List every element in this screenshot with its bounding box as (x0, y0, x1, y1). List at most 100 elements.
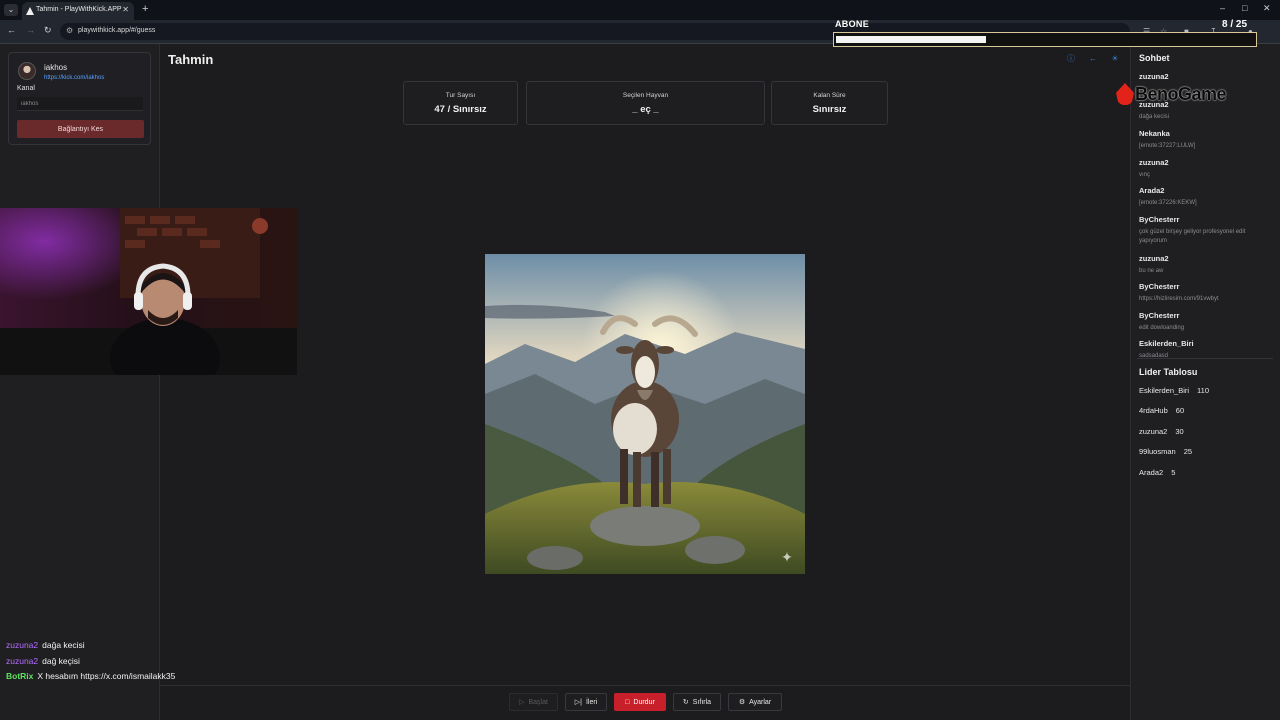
stop-icon: □ (625, 698, 630, 706)
webcam-feed (0, 208, 297, 375)
chat-text[interactable]: https://hizliresim.com/91vwbyt (1139, 295, 1275, 304)
back-icon[interactable]: ← (7, 25, 16, 35)
page-title: Tahmin (168, 52, 214, 67)
stop-label: Durdur (633, 698, 655, 706)
leaderboard-score: 110 (1197, 386, 1209, 395)
logo-text: BenoGame (1135, 84, 1227, 104)
stop-button[interactable]: □ Durdur (614, 693, 666, 711)
overlay-chat-text: X hesabım https://x.com/ismailakk35 (37, 671, 176, 681)
overlay-chat-line: zuzuna2 dağa kecisi (6, 640, 306, 656)
leaderboard-score: 25 (1183, 447, 1193, 456)
tab-title: Tahmin - PlayWithKick.APP (36, 6, 122, 13)
settings-button[interactable]: ⚙ Ayarlar (728, 693, 782, 711)
chat-title: Sohbet (1139, 53, 1170, 63)
sparkle-icon: ✦ (781, 550, 793, 566)
chat-user: zuzuna2 (1139, 254, 1169, 263)
next-button[interactable]: ▷| İleri (565, 693, 607, 711)
chat-user: ByChesterr (1139, 311, 1180, 320)
chat-text: edit dowloanding (1139, 325, 1185, 331)
animal-image: ✦ (485, 254, 805, 574)
chat-message: zuzuna2 vınç (1139, 158, 1275, 180)
channel-input[interactable] (17, 97, 143, 111)
streamer-logo: BenoGame (1116, 83, 1241, 107)
overlay-chat-line: zuzuna2 dağ keçisi (6, 656, 306, 672)
overlay-chat-text: dağa kecisi (42, 640, 85, 650)
chat-message: ByChesterr https://hizliresim.com/91vwby… (1139, 282, 1275, 304)
stat-value: Sınırsız (812, 104, 847, 115)
leaderboard-title: Lider Tablosu (1139, 367, 1198, 377)
chat-text: [emote:37227:LULW] (1139, 143, 1196, 149)
stat-label: Seçilen Hayvan (622, 92, 669, 99)
close-window-icon[interactable]: ✕ (1263, 3, 1271, 14)
reset-label: Sıfırla (692, 698, 712, 706)
left-sidebar: iakhos https://kick.com/iakhos Kanal Bağ… (0, 44, 160, 720)
leaderboard-row: 4rdaHub 60 (1139, 406, 1184, 415)
chat-user: ByChesterr (1139, 215, 1180, 224)
play-icon: ▷ (519, 699, 525, 706)
leaderboard-name: zuzuna2 (1139, 427, 1168, 436)
subscribe-goal-fill (836, 36, 986, 43)
chat-text: sadsadasd (1139, 353, 1169, 359)
chat-user: zuzuna2 (1139, 158, 1169, 167)
divider (1137, 358, 1273, 359)
chat-user: ByChesterr (1139, 282, 1180, 291)
chat-message: zuzuna2 bu ne aw (1139, 254, 1275, 276)
subscribe-goal-count: 8 / 25 (1222, 19, 1248, 30)
minimize-icon[interactable]: – (1220, 3, 1225, 13)
restore-icon[interactable]: □ (1242, 3, 1247, 13)
leaderboard-name: Eskilerden_Biri (1139, 386, 1190, 395)
chat-text: bu ne aw (1139, 268, 1164, 274)
chat-message: Arada2 [emote:37226:KEKW] (1139, 186, 1275, 208)
chat-message: Nekanka [emote:37227:LULW] (1139, 129, 1275, 151)
right-sidebar: Sohbet zuzuna2 zuzuna2 dağa kecisi Nekan… (1130, 44, 1280, 720)
gear-icon: ⚙ (738, 699, 746, 706)
leaderboard-score: 60 (1175, 406, 1185, 415)
new-tab-icon[interactable]: + (142, 3, 148, 15)
stat-label: Tur Sayısı (445, 92, 476, 99)
leaderboard-score: 30 (1175, 427, 1184, 436)
chat-user: Arada2 (1139, 186, 1165, 195)
arrow-left-icon[interactable]: ← (1087, 53, 1099, 65)
channel-card: iakhos https://kick.com/iakhos Kanal Bağ… (8, 52, 151, 145)
channel-link[interactable]: https://kick.com/iakhos (44, 75, 104, 81)
reset-button[interactable]: ↻ Sıfırla (673, 693, 721, 711)
leaderboard-row: Eskilerden_Biri 110 (1139, 386, 1209, 395)
url-text: playwithkick.app/#/guess (78, 27, 156, 34)
chat-text: vınç (1139, 172, 1151, 178)
leaderboard-row: zuzuna2 30 (1139, 427, 1184, 436)
channel-name: iakhos (44, 63, 68, 72)
tab-list-chevron-icon[interactable]: ⌄ (4, 4, 18, 16)
site-info-icon[interactable]: ⚙ (66, 26, 73, 35)
chat-user: Eskilerden_Biri (1139, 339, 1194, 348)
stream-chat-overlay: zuzuna2 dağa kecisi zuzuna2 dağ keçisi Bot… (6, 640, 306, 687)
subscribe-goal-label: ABONE (835, 19, 870, 29)
refresh-icon: ↻ (682, 699, 689, 706)
browser-tab-bar: ⌄ Tahmin - PlayWithKick.APP ✕ + – □ ✕ (0, 0, 1280, 20)
leaderboard-row: Arada2 5 (1139, 468, 1175, 477)
chat-message: zuzuna2 (1139, 72, 1275, 81)
forward-icon[interactable]: → (26, 25, 35, 35)
remaining-time-card: Kalan Süre Sınırsız (771, 81, 888, 125)
close-tab-icon[interactable]: ✕ (122, 5, 129, 14)
stat-value: _ eç _ (632, 104, 659, 115)
chat-text: [emote:37226:KEKW] (1139, 200, 1197, 206)
leaderboard-name: 99luosman (1139, 447, 1176, 456)
chat-user: Nekanka (1139, 129, 1170, 138)
selected-animal-card: Seçilen Hayvan _ eç _ (526, 81, 765, 125)
avatar (18, 62, 36, 80)
leaderboard-name: 4rdaHub (1139, 406, 1168, 415)
browser-tab[interactable]: Tahmin - PlayWithKick.APP ✕ (22, 2, 134, 20)
favicon-icon (26, 7, 34, 15)
start-button[interactable]: ▷ Başlat (509, 693, 558, 711)
info-icon[interactable]: ⓘ (1065, 53, 1077, 65)
chat-text: dağa kecisi (1139, 114, 1170, 120)
overlay-chat-user: BotRix (6, 671, 34, 681)
overlay-chat-user: zuzuna2 (6, 655, 39, 666)
stat-label: Kalan Süre (813, 92, 846, 99)
reload-icon[interactable]: ↻ (44, 25, 52, 36)
chat-message: ByChesterr çok güzel birşey geliyor prof… (1139, 215, 1275, 246)
disconnect-button[interactable]: Bağlantıyı Kes (17, 120, 144, 138)
leaderboard-name: Arada2 (1139, 468, 1164, 477)
sun-icon[interactable]: ☀ (1109, 53, 1121, 65)
chat-message: ByChesterr edit dowloanding (1139, 311, 1275, 333)
